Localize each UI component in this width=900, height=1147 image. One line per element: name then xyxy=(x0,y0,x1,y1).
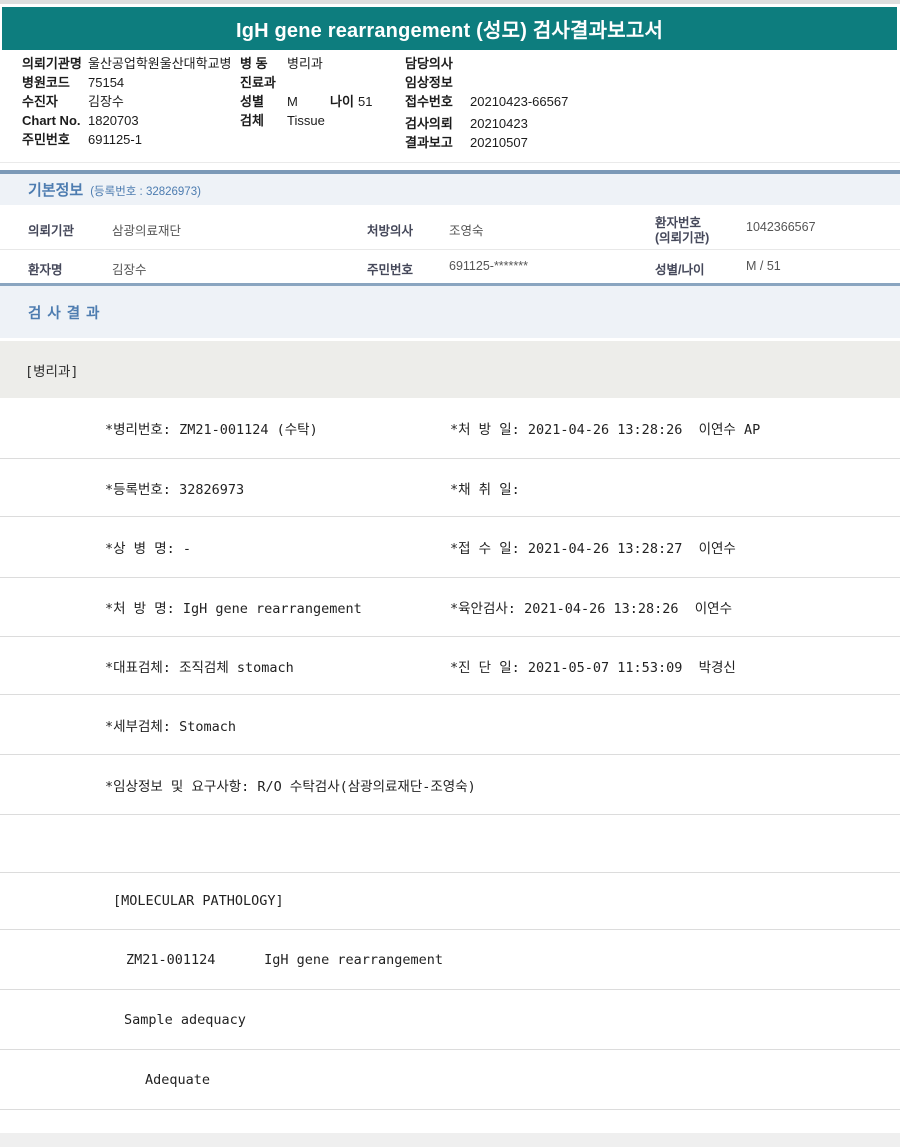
results-section-title: 검 사 결 과 xyxy=(28,305,101,322)
value-chart-no: 1820703 xyxy=(88,113,139,128)
label-sex-age: 성별/나이 xyxy=(655,263,705,277)
result-row-clinical-info: *임상정보 및 요구사항: R/O 수탁검사(삼광의료재단-조영숙) xyxy=(0,755,900,815)
disease-name: *상 병 명: - xyxy=(105,541,192,557)
value-result-report: 20210507 xyxy=(470,135,528,150)
label-department: 진료과 xyxy=(240,75,276,90)
label-result-report: 결과보고 xyxy=(405,135,453,150)
label-test-request: 검사의뢰 xyxy=(405,116,453,131)
registration-no: *등록번호: 32826973 xyxy=(105,481,245,498)
value-accession-no: 20210423-66567 xyxy=(470,94,569,109)
label-resident-no: 주민번호 xyxy=(22,132,70,147)
clinical-info-request: *임상정보 및 요구사항: R/O 수탁검사(삼광의료재단-조영숙) xyxy=(105,778,476,795)
label-chart-no: Chart No. xyxy=(22,113,81,128)
result-row-pathology-no: *병리번호: ZM21-001124 (수탁) *처 방 일: 2021-04-… xyxy=(0,398,900,459)
adequate-value: Adequate xyxy=(145,1071,211,1088)
value-sex-age: M / 51 xyxy=(746,259,781,273)
pathology-no: *병리번호: ZM21-001124 (수탁) xyxy=(105,422,318,438)
molecular-pathology-heading: [MOLECULAR PATHOLOGY] xyxy=(113,893,284,909)
result-rows: *병리번호: ZM21-001124 (수탁) *처 방 일: 2021-04-… xyxy=(0,398,900,1110)
value-patient-name: 김장수 xyxy=(112,263,147,277)
report-title-bar: IgH gene rearrangement (성모) 검사결과보고서 xyxy=(2,7,897,50)
test-id-and-name: ZM21-001124 IgH gene rearrangement xyxy=(126,951,443,968)
prescription-date: *처 방 일: 2021-04-26 13:28:26 이연수 AP xyxy=(450,422,761,438)
basic-info-panel: 기본정보 (등록번호 : 32826973) 의뢰기관 삼광의료재단 처방의사 … xyxy=(0,170,900,286)
value-ward: 병리과 xyxy=(287,56,323,71)
label-requesting-org: 의뢰기관 xyxy=(28,224,75,238)
value-specimen: Tissue xyxy=(287,113,325,128)
result-row-registration-no: *등록번호: 32826973 *채 취 일: xyxy=(0,459,900,517)
order-name: *처 방 명: IgH gene rearrangement xyxy=(105,601,362,617)
result-row-sample-adequacy: Sample adequacy xyxy=(0,990,900,1050)
diagnosis-date: *진 단 일: 2021-05-07 11:53:09 박경신 xyxy=(450,659,736,676)
value-test-request: 20210423 xyxy=(470,116,528,131)
label-clinical-info: 임상정보 xyxy=(405,75,453,90)
value-requesting-org: 울산공업학원울산대학교병 xyxy=(88,56,232,71)
main-specimen: *대표검체: 조직검체 stomach xyxy=(105,659,294,676)
sub-specimen: *세부검체: Stomach xyxy=(105,718,236,735)
label-attending-doctor: 담당의사 xyxy=(405,56,453,71)
value-sex: M xyxy=(287,94,298,109)
label-hospital-code: 병원코드 xyxy=(22,75,70,90)
header-divider xyxy=(0,162,900,163)
value-resident-no: 691125-******* xyxy=(449,259,528,273)
collection-date: *채 취 일: xyxy=(450,481,520,498)
basic-info-header: 기본정보 (등록번호 : 32826973) xyxy=(0,174,900,205)
result-row-order-name: *처 방 명: IgH gene rearrangement *육안검사: 20… xyxy=(0,578,900,637)
basic-info-title: 기본정보 xyxy=(28,182,84,199)
label-sex: 성별 xyxy=(240,94,264,109)
label-patient: 수진자 xyxy=(22,94,58,109)
report-page: IgH gene rearrangement (성모) 검사결과보고서 의뢰기관… xyxy=(0,0,900,1147)
value-patient: 김장수 xyxy=(88,94,124,109)
patient-header: 의뢰기관명 울산공업학원울산대학교병 병 동 병리과 담당의사 병원코드 751… xyxy=(0,50,900,162)
value-hospital-code: 75154 xyxy=(88,75,125,90)
table-row: 환자명 김장수 주민번호 691125-******* 성별/나이 M / 51 xyxy=(0,250,900,283)
label-requesting-org: 의뢰기관명 xyxy=(22,56,82,71)
label-prescribing-doctor: 처방의사 xyxy=(367,224,414,238)
result-row-molecular-pathology: [MOLECULAR PATHOLOGY] xyxy=(0,873,900,930)
top-strip xyxy=(0,0,900,4)
basic-info-table: 의뢰기관 삼광의료재단 처방의사 조영숙 환자번호 (의뢰기관) 1042366… xyxy=(0,205,900,286)
gross-exam-date: *육안검사: 2021-04-26 13:28:26 이연수 xyxy=(450,601,733,617)
sample-adequacy-label: Sample adequacy xyxy=(124,1011,246,1028)
table-row: 의뢰기관 삼광의료재단 처방의사 조영숙 환자번호 (의뢰기관) 1042366… xyxy=(0,205,900,250)
result-row-main-specimen: *대표검체: 조직검체 stomach *진 단 일: 2021-05-07 1… xyxy=(0,637,900,695)
label-age: 나이 xyxy=(330,94,354,109)
result-row-adequate: Adequate xyxy=(0,1050,900,1110)
department-band: [병리과] xyxy=(0,341,900,398)
footer-band xyxy=(0,1133,900,1147)
label-ward: 병 동 xyxy=(240,56,268,71)
results-section-header: 검 사 결 과 xyxy=(0,286,900,338)
department-label: [병리과] xyxy=(25,363,79,380)
value-patient-number: 1042366567 xyxy=(746,220,816,234)
label-patient-name: 환자명 xyxy=(28,263,63,277)
result-row-sub-specimen: *세부검체: Stomach xyxy=(0,695,900,755)
result-row-test-name: ZM21-001124 IgH gene rearrangement xyxy=(0,930,900,990)
value-resident-no: 691125-1 xyxy=(88,132,142,147)
result-row-empty xyxy=(0,815,900,873)
label-specimen: 검체 xyxy=(240,113,264,128)
receipt-date: *접 수 일: 2021-04-26 13:28:27 이연수 xyxy=(450,541,736,557)
value-prescribing-doctor: 조영숙 xyxy=(449,224,484,238)
result-row-disease-name: *상 병 명: - *접 수 일: 2021-04-26 13:28:27 이연… xyxy=(0,517,900,578)
value-age: 51 xyxy=(358,94,373,109)
registration-number: (등록번호 : 32826973) xyxy=(90,185,201,198)
label-patient-number-sub: (의뢰기관) xyxy=(655,231,710,245)
label-resident-no: 주민번호 xyxy=(367,263,414,277)
label-accession-no: 접수번호 xyxy=(405,94,453,109)
value-requesting-org: 삼광의료재단 xyxy=(112,224,182,238)
page-title: IgH gene rearrangement (성모) 검사결과보고서 xyxy=(235,20,664,42)
